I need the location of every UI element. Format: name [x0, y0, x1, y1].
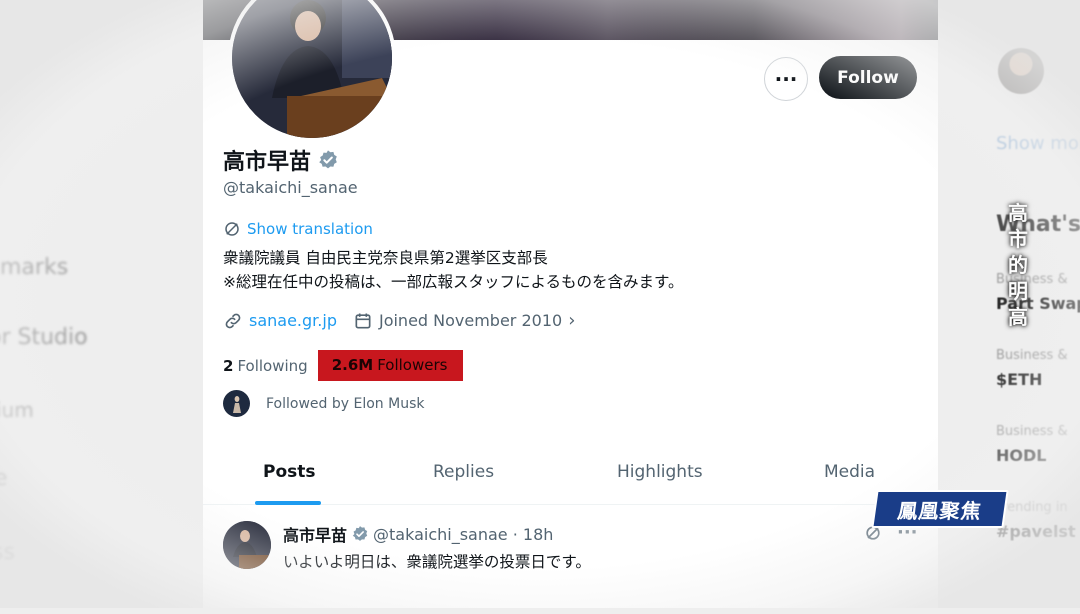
tweet-handle-time[interactable]: @takaichi_sanae · 18h	[373, 525, 553, 544]
trend-category: Business &	[996, 272, 1068, 287]
left-navigation: marks or Studio ium e ss	[0, 0, 200, 608]
video-caption-vertical: 高市的明高	[1008, 201, 1028, 329]
tweet-author-name[interactable]: 高市早苗	[283, 522, 347, 546]
following-label: Following	[237, 356, 308, 375]
trend-category: Business &	[996, 424, 1068, 439]
avatar-photo	[232, 0, 392, 138]
followers-stat[interactable]: 2.6M Followers	[317, 350, 464, 381]
tweet-continuation	[283, 596, 288, 614]
profile-display-name: 高市早苗	[223, 144, 339, 176]
follow-stats: 2 Following 2.6M Followers	[223, 350, 464, 381]
show-translation-label[interactable]: Show translation	[247, 220, 373, 238]
show-more-link[interactable]: Show more	[996, 133, 1080, 154]
nav-item-more[interactable]: ss	[0, 540, 15, 565]
tab-replies[interactable]: Replies	[433, 462, 494, 482]
profile-handle: @takaichi_sanae	[223, 178, 358, 197]
show-translation-link[interactable]: Show translation	[223, 220, 373, 238]
tab-media[interactable]: Media	[824, 462, 875, 482]
profile-column: ··· Follow 高市早苗 @takaichi_sanae Show tra…	[203, 0, 938, 608]
nav-item-profile[interactable]: e	[0, 466, 8, 491]
tweet-text: いよいよ明日は、衆議院選挙の投票日です。	[283, 553, 591, 571]
tweet[interactable]: 高市早苗 @takaichi_sanae · 18h いよいよ明日は、衆議院選挙…	[203, 508, 938, 608]
tab-highlights[interactable]: Highlights	[617, 462, 703, 482]
verified-badge-icon	[319, 150, 337, 169]
suggested-user-avatar[interactable]	[998, 48, 1044, 94]
link-icon	[225, 313, 241, 328]
follow-button[interactable]: Follow	[819, 56, 917, 99]
display-name-text: 高市早苗	[223, 150, 312, 175]
followed-by-text: Followed by Elon Musk	[266, 395, 425, 412]
profile-meta: sanae.gr.jp Joined November 2010 ›	[223, 310, 575, 331]
translate-icon	[225, 222, 239, 236]
verified-badge-icon	[352, 526, 368, 541]
nav-item-premium[interactable]: ium	[0, 398, 34, 422]
trend-name[interactable]: $ETH	[996, 370, 1042, 389]
nav-item-creator-studio[interactable]: or Studio	[0, 325, 88, 350]
website-link[interactable]: sanae.gr.jp	[249, 311, 337, 330]
trend-name[interactable]: HODL	[996, 446, 1046, 465]
bio-line-2: ※総理在任中の投稿は、一部広報スタッフによるものを含みます。	[223, 273, 684, 291]
active-tab-indicator	[255, 501, 321, 505]
followers-label: Followers	[377, 356, 448, 374]
follower-avatar	[223, 390, 250, 417]
tab-posts[interactable]: Posts	[263, 462, 316, 482]
calendar-icon	[355, 313, 371, 328]
nav-item-bookmarks[interactable]: marks	[0, 255, 68, 280]
trend-category: Business &	[996, 348, 1068, 363]
tweet-avatar[interactable]	[223, 521, 271, 569]
profile-avatar[interactable]	[228, 0, 396, 142]
following-count: 2	[223, 356, 234, 375]
broadcaster-watermark: 鳳凰聚焦	[871, 490, 1009, 528]
profile-bio: 衆議院議員 自由民主党奈良県第2選挙区支部長 ※総理在任中の投稿は、一部広報スタ…	[223, 246, 683, 294]
person-silhouette-icon	[232, 395, 241, 413]
following-stat[interactable]: 2 Following	[223, 357, 308, 375]
more-options-button[interactable]: ···	[764, 57, 808, 101]
chevron-right-icon[interactable]: ›	[568, 310, 575, 331]
followers-count: 2.6M	[331, 356, 374, 374]
profile-tabs: Posts Replies Highlights Media	[203, 448, 938, 505]
tweet-header: 高市早苗 @takaichi_sanae · 18h	[283, 522, 553, 546]
bio-line-1: 衆議院議員 自由民主党奈良県第2選挙区支部長	[223, 249, 548, 267]
followed-by[interactable]: Followed by Elon Musk	[223, 390, 424, 417]
tweet-avatar-photo	[223, 521, 271, 569]
trend-name[interactable]: #pavelst	[996, 522, 1076, 541]
joined-date[interactable]: Joined November 2010	[379, 311, 562, 330]
